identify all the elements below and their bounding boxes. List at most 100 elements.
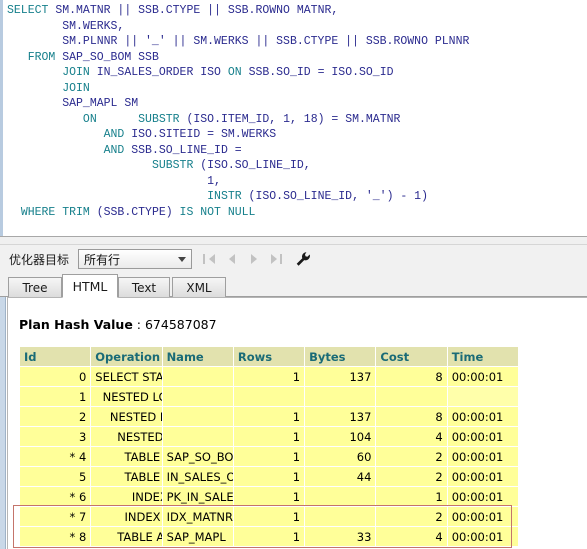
sql-keyword: SUBSTR — [138, 112, 180, 126]
cell-name — [162, 367, 233, 386]
cell-rows: 1 — [233, 487, 305, 506]
sql-keyword: JOIN — [62, 66, 90, 79]
sql-identifier: (ISO.SO_LINE_ID, — [193, 159, 311, 172]
plan-table-wrapper: Id Operation Name Rows Bytes Cost Time 0 SELECT… — [13, 346, 587, 548]
cell-id: * 7 — [20, 507, 91, 526]
panel-left-gutter — [0, 297, 6, 549]
sql-identifier — [7, 159, 152, 172]
sql-source-text[interactable]: SELECT SM.MATNR || SSB.CTYPE || SSB.ROWN… — [3, 0, 587, 220]
cell-cost: 2 — [376, 467, 447, 486]
cell-bytes — [305, 507, 376, 526]
cell-rows: 1 — [233, 507, 305, 526]
cell-time: 00:00:01 — [447, 367, 518, 386]
first-record-icon[interactable] — [203, 252, 216, 266]
cell-rows: 1 — [233, 527, 305, 546]
sql-identifier: SM.MATNR || SSB.CTYPE || SSB.ROWNO MATNR… — [48, 4, 339, 17]
table-row[interactable]: * 4 TABLE ACCESS FULLSAP_SO_BOM160200:00… — [20, 447, 518, 466]
table-row[interactable]: * 6 INDEX RANGE SCANPK_IN_SALES_ORDER1 1… — [20, 487, 518, 506]
cell-rows — [233, 387, 305, 406]
cell-rows: 1 — [233, 447, 305, 466]
cell-rows: 1 — [233, 427, 305, 446]
table-row[interactable]: 2 NESTED LOOPS 1137800:00:01 — [20, 407, 518, 426]
cell-rows: 1 — [233, 367, 305, 386]
column-header-time: Time — [447, 347, 518, 366]
table-row[interactable]: 1 NESTED LOOPS — [20, 387, 518, 406]
sql-identifier: (ISO.ITEM_ID, 1, 18) = SM.MATNR — [179, 112, 401, 126]
tab-html[interactable]: HTML — [62, 274, 118, 298]
sql-keyword: SELECT — [7, 4, 49, 17]
table-row[interactable]: * 7 INDEX RANGE SCANIDX_MATNR1 200:00:01 — [20, 507, 518, 526]
cell-name: IN_SALES_ORDER — [162, 467, 233, 486]
sql-identifier: (ISO.SO_LINE_ID, '_') - 1) — [241, 190, 428, 203]
cell-bytes: 137 — [305, 407, 376, 426]
next-record-icon[interactable] — [247, 252, 260, 266]
cell-id: * 8 — [20, 527, 91, 546]
table-row[interactable]: 0SELECT STATEMENT 1137800:00:01 — [20, 367, 518, 386]
explain-plan-window: SELECT SM.MATNR || SSB.CTYPE || SSB.ROWN… — [0, 0, 587, 549]
cell-name — [162, 407, 233, 426]
cell-time: 00:00:01 — [447, 407, 518, 426]
column-header-operation: Operation — [91, 347, 162, 366]
cell-id: * 6 — [20, 487, 91, 506]
previous-record-icon[interactable] — [225, 252, 238, 266]
cell-bytes — [305, 387, 376, 406]
plan-hash-separator: : — [132, 317, 145, 332]
sql-identifier — [7, 113, 83, 126]
sql-identifier — [7, 144, 104, 157]
cell-operation: TABLE ACCESS BY INDEX ROWID — [91, 467, 162, 486]
cell-cost: 8 — [376, 407, 447, 426]
tab-text[interactable]: Text — [118, 277, 170, 297]
sql-identifier: SSB.SO_ID = ISO.SO_ID — [241, 66, 394, 79]
table-row[interactable]: 5 TABLE ACCESS BY INDEX ROWIDIN_SALES_OR… — [20, 467, 518, 486]
sql-identifier: (SSB.CTYPE) — [89, 205, 180, 219]
cell-name — [162, 427, 233, 446]
cell-operation: NESTED LOOPS — [91, 387, 162, 406]
column-header-rows: Rows — [233, 347, 305, 366]
cell-bytes: 104 — [305, 427, 376, 446]
sql-identifier: IN_SALES_ORDER ISO — [89, 66, 228, 79]
chevron-down-icon — [173, 250, 191, 268]
cell-operation: SELECT STATEMENT — [91, 367, 162, 386]
cell-id: 0 — [20, 367, 91, 386]
cell-operation: INDEX RANGE SCAN — [91, 487, 162, 506]
sql-keyword: JOIN — [62, 81, 90, 95]
cell-cost: 4 — [376, 427, 447, 446]
last-record-icon[interactable] — [269, 252, 283, 266]
sql-identifier: SSB.SO_LINE_ID = — [124, 143, 242, 157]
cell-time: 00:00:01 — [447, 507, 518, 526]
cell-cost: 4 — [376, 527, 447, 546]
sql-identifier: ISO.SITEID = SM.WERKS — [124, 128, 277, 141]
cell-operation: TABLE ACCESS FULL — [91, 447, 162, 466]
cell-time: 00:00:01 — [447, 467, 518, 486]
sql-identifier: SAP_SO_BOM SSB — [55, 50, 159, 64]
sql-editor[interactable]: SELECT SM.MATNR || SSB.CTYPE || SSB.ROWN… — [0, 0, 587, 236]
optimizer-goal-select[interactable]: 所有行 — [78, 249, 193, 269]
cell-time — [447, 387, 518, 406]
tab-xml[interactable]: XML — [172, 277, 226, 297]
column-header-name: Name — [162, 347, 233, 366]
sql-keyword: ON — [82, 112, 97, 126]
sql-identifier: SM.WERKS, — [7, 19, 125, 33]
cell-rows: 1 — [233, 407, 305, 426]
cell-bytes: 137 — [305, 367, 376, 386]
cell-time: 00:00:01 — [447, 487, 518, 506]
sql-keyword: SUBSTR — [151, 159, 194, 172]
sql-identifier: SAP_MAPL SM — [7, 97, 139, 110]
execution-plan-table: Id Operation Name Rows Bytes Cost Time 0 SELECT… — [19, 346, 519, 547]
cell-id: 3 — [20, 427, 91, 446]
editor-splitter[interactable] — [0, 236, 587, 245]
sql-keyword: AND — [103, 143, 125, 157]
sql-keyword: AND — [103, 128, 125, 141]
sql-keyword: IS NOT NULL — [179, 205, 256, 219]
sql-identifier — [7, 206, 21, 219]
table-header-row: Id Operation Name Rows Bytes Cost Time — [20, 347, 518, 366]
plan-result-panel: Plan Hash Value : 674587087 Id Operation N… — [0, 297, 587, 549]
tab-tree[interactable]: Tree — [8, 277, 62, 297]
table-row[interactable]: * 8 TABLE ACCESS BY INDEX ROWIDSAP_MAPL1… — [20, 527, 518, 546]
table-row[interactable]: 3 NESTED LOOPS 1104400:00:01 — [20, 427, 518, 446]
cell-bytes — [305, 487, 376, 506]
cell-bytes: 44 — [305, 467, 376, 486]
settings-wrench-icon[interactable] — [294, 250, 312, 268]
optimizer-goal-label: 优化器目标 — [9, 252, 70, 267]
cell-name: IDX_MATNR — [162, 507, 233, 526]
